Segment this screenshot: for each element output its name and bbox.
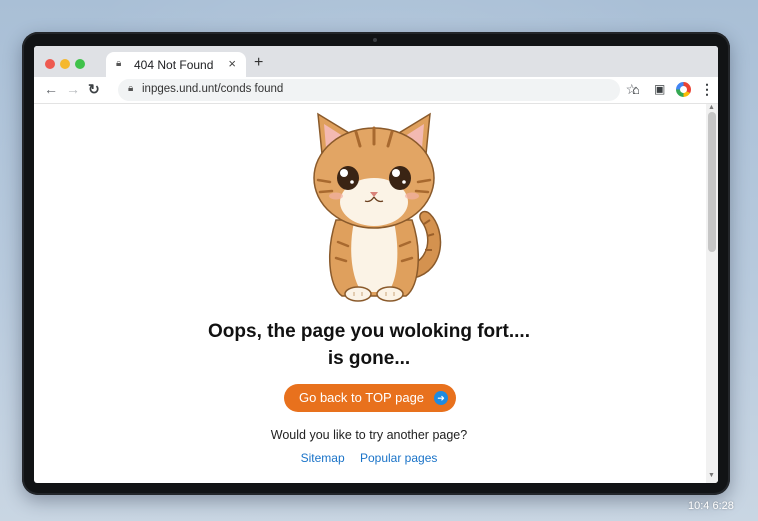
arrow-right-icon: ➜	[434, 391, 448, 405]
cat-illustration	[313, 112, 442, 302]
address-bar[interactable]: 🔒︎ inpges.und.unt/conds found ☆	[118, 79, 638, 101]
url-text[interactable]: inpges.und.unt/conds found	[142, 83, 283, 95]
tab-title: 404 Not Found	[134, 58, 214, 72]
page-title: Oops, the page you woloking fort.... is …	[34, 318, 704, 372]
new-tab-button[interactable]: +	[254, 54, 263, 72]
maximize-window-button[interactable]	[75, 59, 85, 69]
reload-icon[interactable]: ↻	[88, 81, 100, 98]
headline-line-1: Oops, the page you woloking fort....	[208, 321, 530, 342]
desktop-clock: 10:4 6:28	[688, 500, 734, 512]
back-to-top-label: Go back to TOP page	[299, 390, 425, 405]
profile-icon[interactable]	[676, 82, 691, 97]
back-arrow-icon[interactable]: ←	[44, 81, 58, 97]
scroll-down-icon[interactable]: ▼	[708, 472, 715, 479]
try-another-page-text: Would you like to try another page?	[270, 428, 468, 442]
tab-404[interactable]: 🔒︎ 404 Not Found ×	[106, 52, 246, 77]
toolbar: ← → ↻ 🔒︎ inpges.und.unt/conds found ☆ ⌂ …	[34, 77, 718, 104]
suggestion-links: Sitemap Popular pages	[34, 451, 704, 465]
sitemap-link[interactable]: Sitemap	[301, 451, 345, 465]
scrollbar-thumb[interactable]	[708, 112, 716, 252]
home-icon[interactable]: ⌂	[632, 82, 640, 97]
lock-icon: 🔒︎	[128, 83, 134, 94]
back-to-top-button[interactable]: Go back to TOP page ➜	[284, 384, 456, 412]
popular-pages-link[interactable]: Popular pages	[360, 451, 437, 465]
close-window-button[interactable]	[45, 59, 55, 69]
lock-icon: 🔒︎	[116, 58, 122, 69]
extension-icon[interactable]: ▣	[654, 82, 665, 96]
scroll-up-icon[interactable]: ▲	[708, 104, 715, 111]
browser-window: 🔒︎ 404 Not Found × + ← → ↻ 🔒︎ inpges.und…	[34, 46, 718, 483]
tab-strip: 🔒︎ 404 Not Found × +	[34, 46, 718, 77]
forward-arrow-icon[interactable]: →	[66, 81, 80, 97]
headline-line-2: is gone...	[327, 348, 411, 369]
webcam	[373, 38, 377, 42]
menu-icon[interactable]: ⋮	[700, 81, 714, 98]
minimize-window-button[interactable]	[60, 59, 70, 69]
tab-close-button[interactable]: ×	[228, 56, 236, 71]
